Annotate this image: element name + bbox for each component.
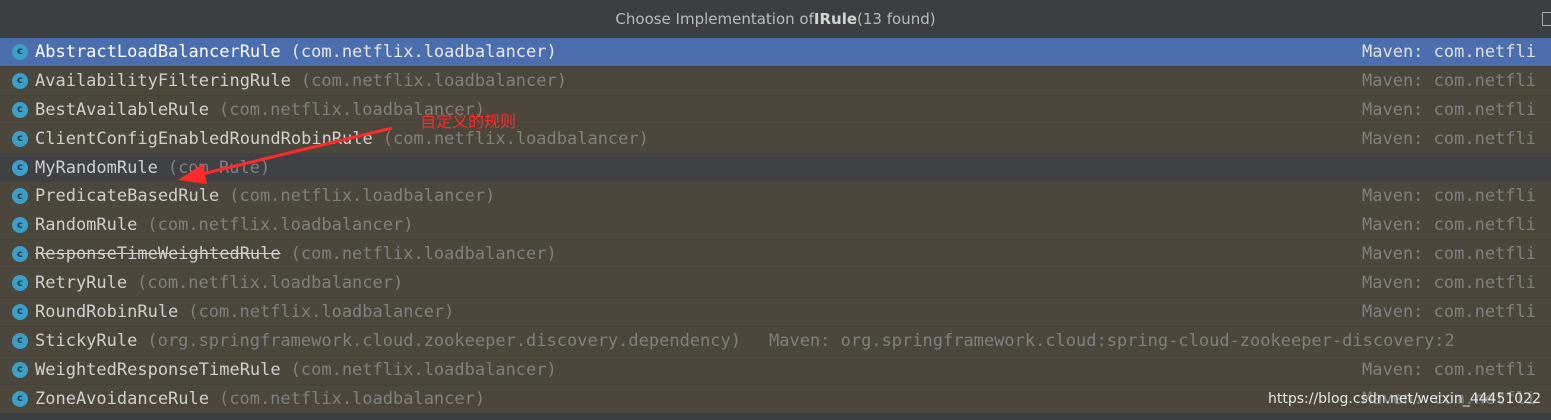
list-item[interactable]: c RandomRule (com.netflix.loadbalancer) … [0, 211, 1551, 241]
library-name: Maven: com.netfli [1362, 273, 1536, 294]
class-icon: c [12, 43, 28, 60]
class-name: StickyRule [35, 330, 138, 351]
list-item[interactable]: c ResponseTimeWeightedRule (com.netflix.… [0, 240, 1551, 270]
class-icon: c [12, 390, 28, 407]
list-item[interactable]: c AbstractLoadBalancerRule (com.netflix.… [0, 38, 1551, 67]
package-name: (org.springframework.cloud.zookeeper.dis… [147, 330, 741, 351]
class-icon: c [12, 159, 28, 176]
list-item[interactable]: c ClientConfigEnabledRoundRobinRule (com… [0, 124, 1551, 154]
package-name: (com.netflix.loadbalancer) [290, 359, 557, 380]
library-name: Maven: com.netfli [1362, 70, 1536, 91]
class-icon: c [12, 72, 28, 89]
list-item[interactable]: c PredicateBasedRule (com.netflix.loadba… [0, 182, 1551, 212]
library-name: Maven: com.netfli [1362, 128, 1536, 149]
list-item[interactable]: c MyRandomRule (com.Rule) [0, 153, 1551, 183]
library-name: Maven: com.netfli [1362, 41, 1536, 62]
class-name: WeightedResponseTimeRule [35, 359, 281, 380]
list-item[interactable]: c RetryRule (com.netflix.loadbalancer) M… [0, 269, 1551, 299]
class-icon: c [12, 246, 28, 263]
library-name: Maven: com.netfli [1362, 359, 1536, 380]
package-name: (com.netflix.loadbalancer) [147, 215, 414, 236]
popup-title-type: IRule [813, 10, 858, 28]
class-icon: c [12, 130, 28, 147]
list-item[interactable]: c RoundRobinRule (com.netflix.loadbalanc… [0, 298, 1551, 327]
popup-title-prefix: Choose Implementation of [615, 10, 814, 28]
class-icon: c [12, 217, 28, 234]
class-icon: c [12, 275, 28, 292]
implementation-list: c AbstractLoadBalancerRule (com.netflix.… [0, 38, 1551, 414]
class-name-deprecated: ResponseTimeWeightedRule [35, 244, 281, 265]
list-item[interactable]: c AvailabilityFilteringRule (com.netflix… [0, 66, 1551, 96]
class-icon: c [12, 361, 28, 378]
class-icon: c [12, 101, 28, 118]
choose-implementation-popup: Choose Implementation of IRule (13 found… [0, 0, 1551, 420]
class-name: PredicateBasedRule [35, 186, 220, 207]
class-name: RoundRobinRule [35, 301, 179, 322]
class-name: BestAvailableRule [35, 99, 209, 120]
class-name: RandomRule [35, 215, 138, 236]
class-name: AbstractLoadBalancerRule [35, 41, 281, 62]
library-name: Maven: com.netfli [1362, 215, 1536, 236]
library-name: Maven: com.netfli [1362, 244, 1536, 265]
class-icon: c [12, 332, 28, 349]
class-icon: c [12, 188, 28, 205]
pin-window-icon[interactable] [1542, 12, 1551, 26]
watermark: https://blog.csdn.net/weixin_44451022 [1267, 391, 1541, 407]
library-name: Maven: com.netfli [1362, 99, 1536, 120]
package-name: (com.netflix.loadbalancer) [219, 388, 486, 409]
package-name: (com.netflix.loadbalancer) [188, 301, 455, 322]
class-name: RetryRule [35, 273, 128, 294]
package-name: (com.netflix.loadbalancer) [137, 273, 404, 294]
popup-title-bar: Choose Implementation of IRule (13 found… [0, 0, 1551, 39]
package-name: (com.netflix.loadbalancer) [229, 186, 496, 207]
package-name: (com.Rule) [167, 157, 271, 178]
package-name: (com.netflix.loadbalancer) [290, 41, 557, 62]
list-item[interactable]: c WeightedResponseTimeRule (com.netflix.… [0, 355, 1551, 385]
class-name: ZoneAvoidanceRule [35, 388, 209, 409]
popup-title-count: (13 found) [857, 10, 936, 28]
class-name: MyRandomRule [35, 157, 158, 178]
annotation-label: 自定义的规则 [420, 112, 517, 131]
class-name: AvailabilityFilteringRule [35, 70, 291, 91]
list-item[interactable]: c BestAvailableRule (com.netflix.loadbal… [0, 95, 1551, 125]
class-icon: c [12, 303, 28, 320]
package-name: (com.netflix.loadbalancer) [300, 70, 567, 91]
class-name: ClientConfigEnabledRoundRobinRule [35, 128, 373, 149]
library-name: Maven: com.netfli [1362, 186, 1536, 207]
library-name: Maven: org.springframework.cloud:spring-… [768, 330, 1455, 351]
package-name: (com.netflix.loadbalancer) [290, 244, 557, 265]
library-name: Maven: com.netfli [1362, 301, 1536, 322]
list-item[interactable]: c StickyRule (org.springframework.cloud.… [0, 326, 1551, 356]
